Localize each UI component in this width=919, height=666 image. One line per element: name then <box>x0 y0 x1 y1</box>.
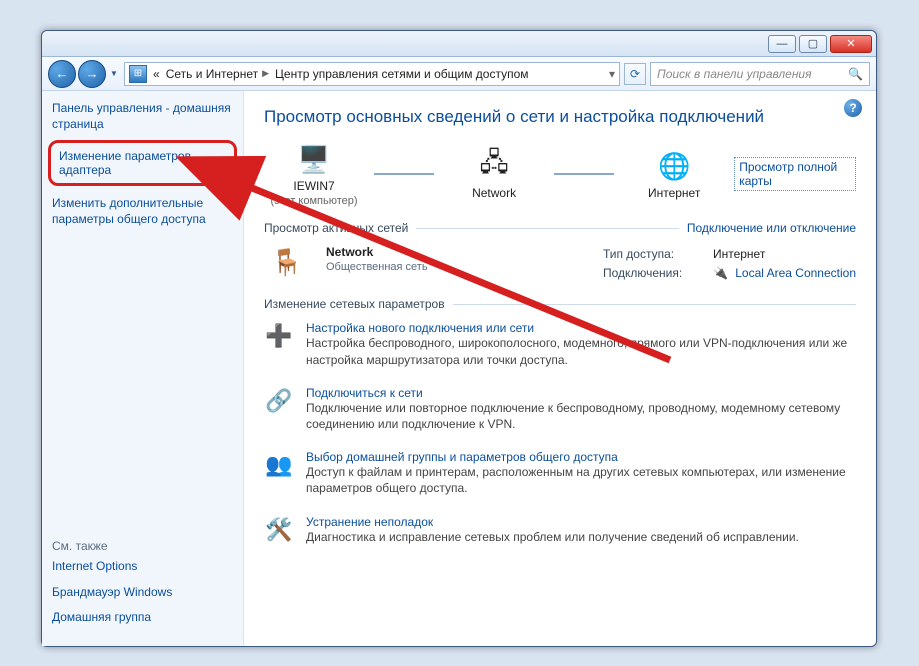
page-title: Просмотр основных сведений о сети и наст… <box>264 107 856 127</box>
connect-disconnect-link[interactable]: Подключение или отключение <box>687 221 856 235</box>
globe-icon: 🌐 <box>654 148 694 184</box>
breadcrumb-2-label: Центр управления сетями и общим доступом <box>275 67 529 81</box>
new-connection-icon: ➕ <box>264 321 294 351</box>
active-networks-header: Просмотр активных сетей Подключение или … <box>264 221 856 235</box>
netmap-node1-sub: (этот компьютер) <box>271 195 358 207</box>
network-icon: 🖧 <box>474 148 514 184</box>
view-full-map-link[interactable]: Просмотр полной карты <box>734 157 856 191</box>
netmap-line-2 <box>554 173 614 175</box>
troubleshoot-icon: 🛠️ <box>264 515 294 545</box>
connection-link[interactable]: Local Area Connection <box>735 266 856 280</box>
task-new-connection: ➕ Настройка нового подключения или сети … <box>264 321 856 367</box>
netmap-node-computer: 🖥️ IEWIN7 (этот компьютер) <box>264 141 364 207</box>
sidebar-advanced-sharing-link[interactable]: Изменить дополнительные параметры общего… <box>52 196 206 226</box>
connections-label: Подключения: <box>603 264 703 283</box>
breadcrumb-1-label: Сеть и Интернет <box>166 67 258 81</box>
task-troubleshoot: 🛠️ Устранение неполадок Диагностика и ис… <box>264 515 856 545</box>
nav-arrows: ← → ▼ <box>48 60 120 88</box>
navbar: ← → ▼ ⊞ « Сеть и Интернет ▶ Центр управл… <box>42 57 876 91</box>
address-dropdown[interactable]: ▾ <box>609 67 615 81</box>
active-network-row: 🪑 Network Общественная сеть Тип доступа:… <box>264 245 856 283</box>
netmap-node3-label: Интернет <box>648 186 700 200</box>
control-panel-window: — ▢ ✕ ← → ▼ ⊞ « Сеть и Интернет ▶ Центр … <box>41 30 877 647</box>
sidebar-home-link[interactable]: Панель управления - домашняя страница <box>52 101 231 131</box>
maximize-button[interactable]: ▢ <box>799 35 827 53</box>
chevron-right-icon: ▶ <box>262 68 269 79</box>
see-also-heading: См. также <box>52 539 233 553</box>
task-connect: 🔗 Подключиться к сети Подключение или по… <box>264 386 856 432</box>
ethernet-icon: 🔌 <box>713 266 728 280</box>
addr-prefix: « <box>153 67 160 81</box>
homegroup-icon: 👥 <box>264 450 294 480</box>
netmap-line-1 <box>374 173 434 175</box>
task-troubleshoot-link[interactable]: Устранение неполадок <box>306 515 433 529</box>
task-connect-link[interactable]: Подключиться к сети <box>306 386 423 400</box>
access-type-value: Интернет <box>713 245 765 264</box>
network-details: Тип доступа: Интернет Подключения: 🔌 Loc… <box>603 245 856 283</box>
search-icon: 🔍 <box>848 67 863 81</box>
see-also-internet-options[interactable]: Internet Options <box>52 559 137 573</box>
network-settings-label: Изменение сетевых параметров <box>264 297 445 311</box>
nav-history-dropdown[interactable]: ▼ <box>108 65 120 83</box>
location-icon: ⊞ <box>129 65 147 83</box>
close-button[interactable]: ✕ <box>830 35 872 53</box>
network-name: Network <box>326 245 428 259</box>
netmap-node2-label: Network <box>472 186 516 200</box>
main-pane: ? Просмотр основных сведений о сети и на… <box>244 91 876 646</box>
active-networks-label: Просмотр активных сетей <box>264 221 408 235</box>
public-network-icon: 🪑 <box>264 245 310 279</box>
netmap-node-network: 🖧 Network <box>444 148 544 200</box>
minimize-button[interactable]: — <box>768 35 796 53</box>
netmap-node-internet: 🌐 Интернет <box>624 148 724 200</box>
sidebar-adapter-settings-link[interactable]: Изменение параметров адаптера <box>59 149 191 177</box>
network-map: 🖥️ IEWIN7 (этот компьютер) 🖧 Network 🌐 И… <box>264 141 856 207</box>
annotation-highlight: Изменение параметров адаптера <box>48 140 237 186</box>
connect-icon: 🔗 <box>264 386 294 416</box>
breadcrumb-1[interactable]: Сеть и Интернет ▶ <box>166 67 269 81</box>
task-new-connection-desc: Настройка беспроводного, широкополосного… <box>306 335 856 367</box>
netmap-node1-label: IEWIN7 <box>293 179 334 193</box>
refresh-button[interactable]: ⟳ <box>624 63 646 85</box>
help-icon[interactable]: ? <box>844 99 862 117</box>
network-settings-header: Изменение сетевых параметров <box>264 297 856 311</box>
sidebar: Панель управления - домашняя страница Из… <box>42 91 244 646</box>
breadcrumb-2[interactable]: Центр управления сетями и общим доступом <box>275 67 529 81</box>
see-also-firewall[interactable]: Брандмауэр Windows <box>52 585 172 599</box>
content: Панель управления - домашняя страница Из… <box>42 91 876 646</box>
task-homegroup: 👥 Выбор домашней группы и параметров общ… <box>264 450 856 496</box>
tasks-list: ➕ Настройка нового подключения или сети … <box>264 321 856 544</box>
titlebar: — ▢ ✕ <box>42 31 876 57</box>
see-also-homegroup[interactable]: Домашняя группа <box>52 610 151 624</box>
forward-button[interactable]: → <box>78 60 106 88</box>
back-button[interactable]: ← <box>48 60 76 88</box>
task-homegroup-link[interactable]: Выбор домашней группы и параметров общег… <box>306 450 618 464</box>
address-bar[interactable]: ⊞ « Сеть и Интернет ▶ Центр управления с… <box>124 62 620 86</box>
search-placeholder: Поиск в панели управления <box>657 67 812 81</box>
task-new-connection-link[interactable]: Настройка нового подключения или сети <box>306 321 534 335</box>
network-type-link[interactable]: Общественная сеть <box>326 261 428 273</box>
task-homegroup-desc: Доступ к файлам и принтерам, расположенн… <box>306 464 856 496</box>
search-input[interactable]: Поиск в панели управления 🔍 <box>650 62 870 86</box>
computer-icon: 🖥️ <box>294 141 334 177</box>
access-type-label: Тип доступа: <box>603 245 703 264</box>
task-troubleshoot-desc: Диагностика и исправление сетевых пробле… <box>306 529 856 545</box>
task-connect-desc: Подключение или повторное подключение к … <box>306 400 856 432</box>
